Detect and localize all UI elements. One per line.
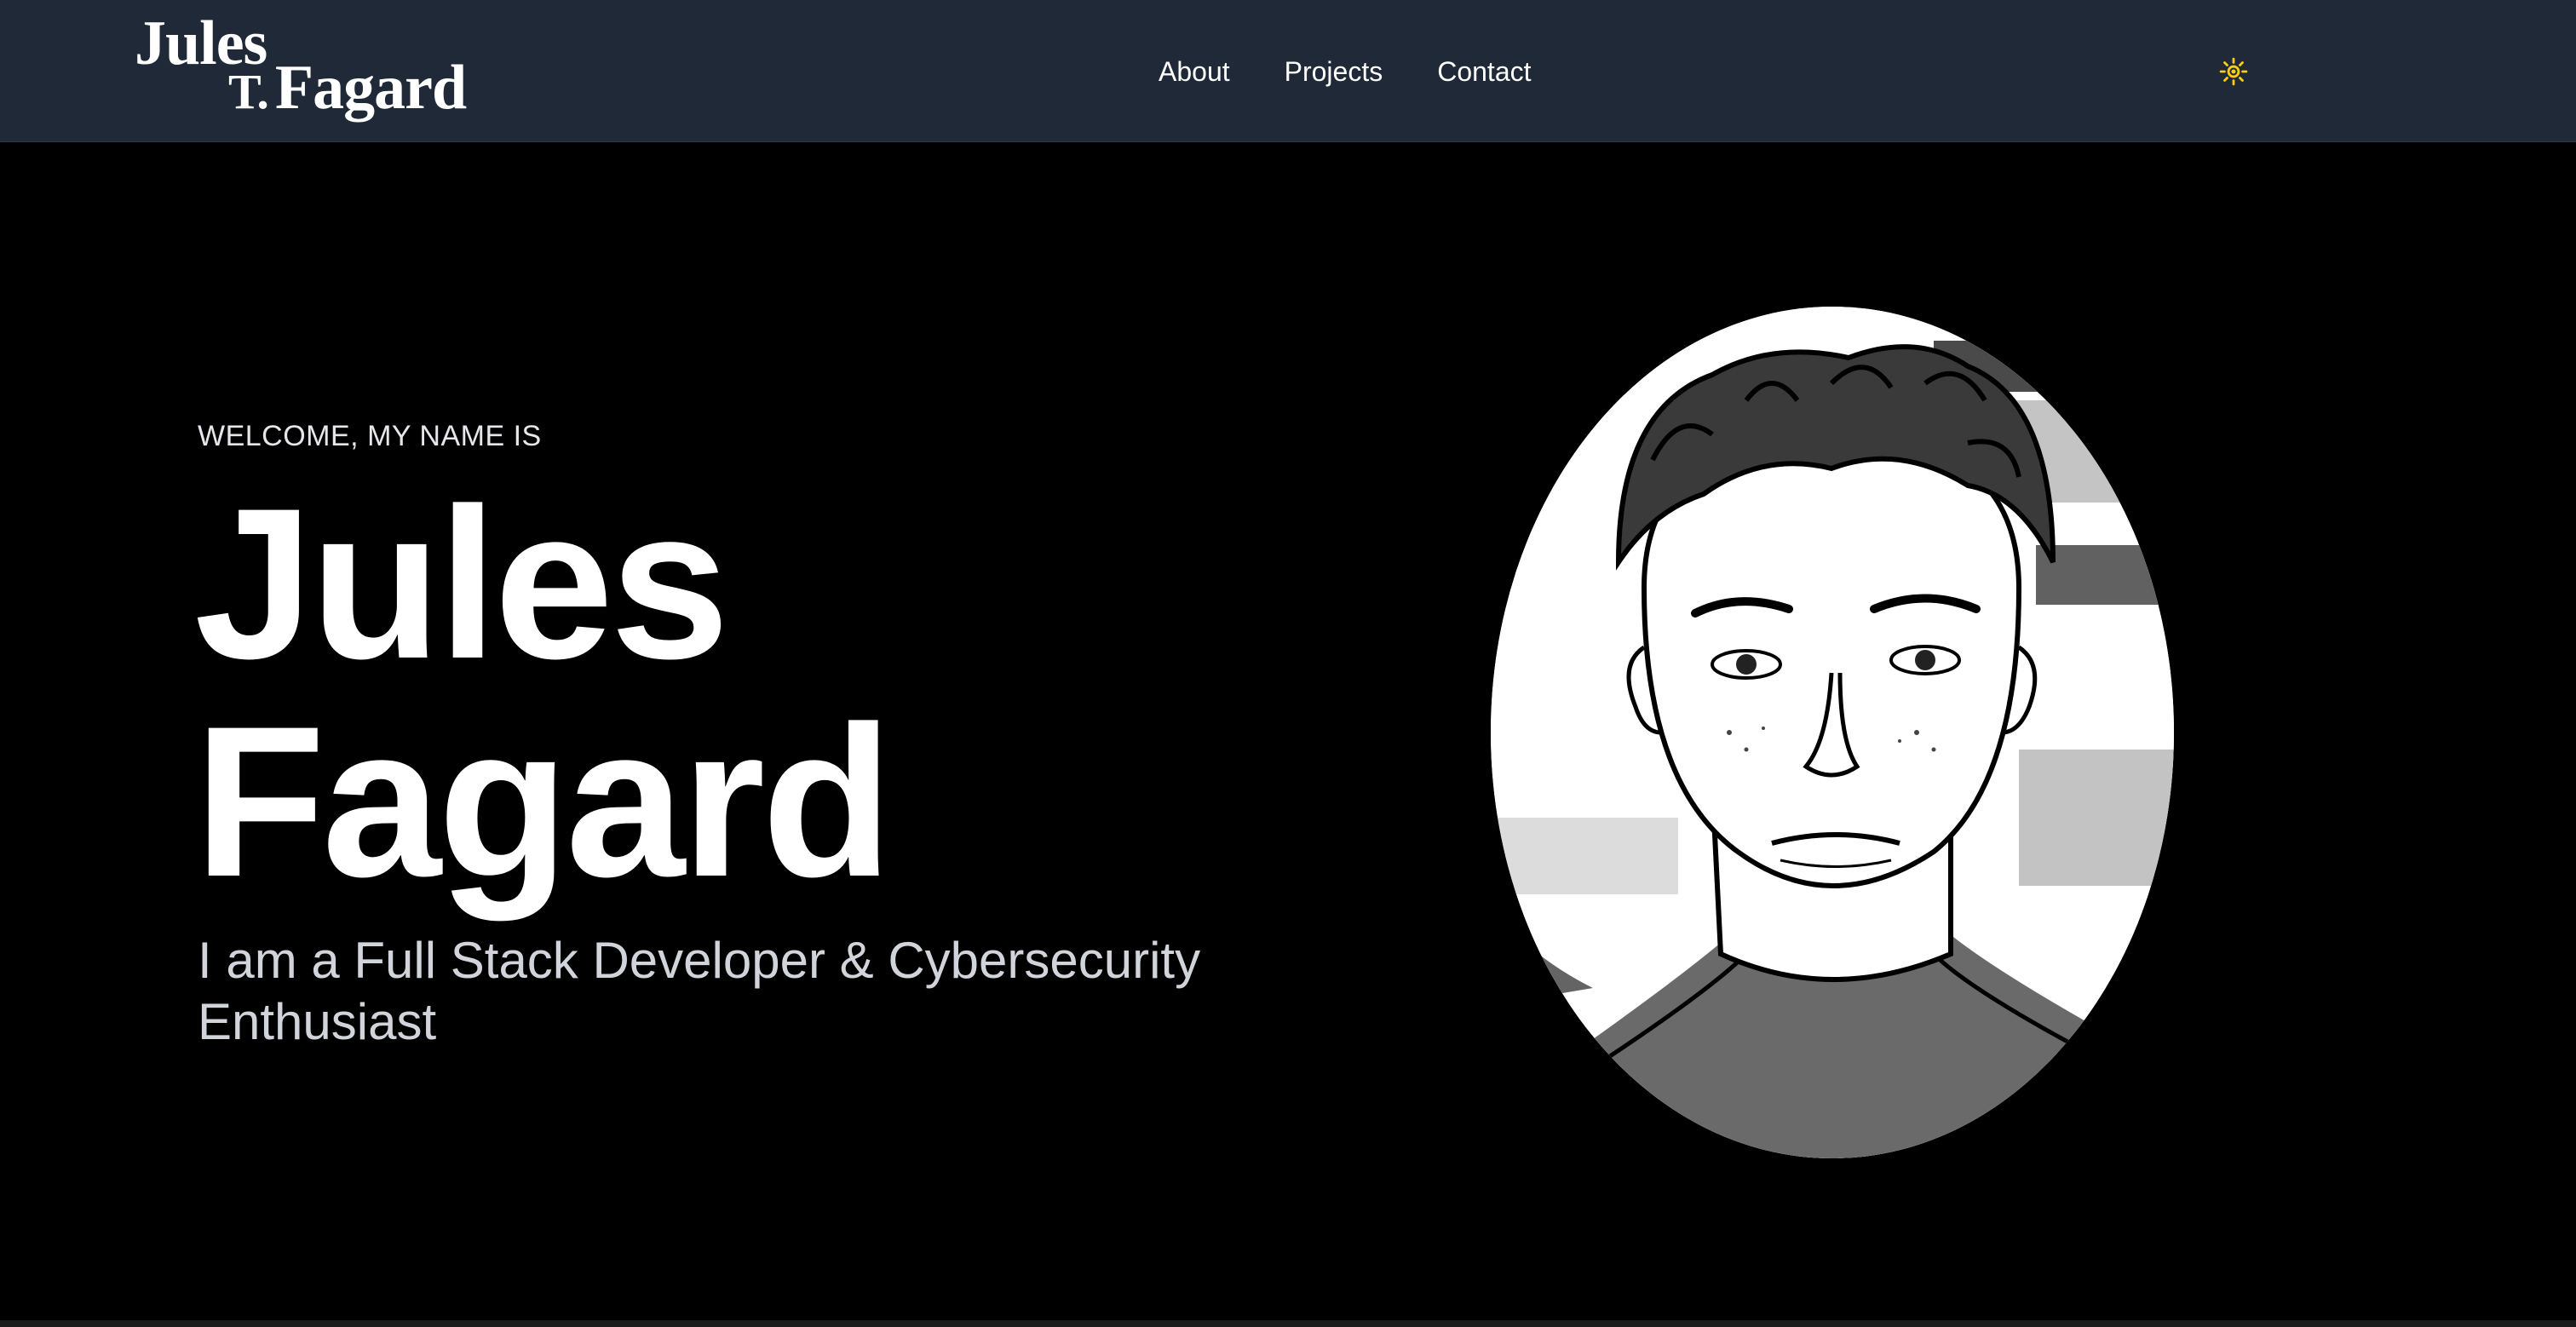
theme-toggle-button[interactable] — [2218, 56, 2249, 87]
profile-portrait — [1491, 307, 2174, 1158]
sun-icon — [2219, 57, 2248, 86]
hero-name-heading: Jules Fagard — [194, 464, 893, 922]
nav-projects-link[interactable]: Projects — [1285, 53, 1383, 90]
top-navbar: Jules T. Fagard About Projects Contact — [0, 0, 2576, 142]
logo-last-name: Fagard — [274, 53, 467, 123]
logo-last-name-line: T. Fagard — [228, 53, 467, 124]
logo-initial: T. — [228, 64, 269, 119]
site-logo[interactable]: Jules T. Fagard — [135, 12, 492, 123]
hero-first-name: Jules — [194, 464, 729, 704]
portrait-sketch-image — [1491, 307, 2174, 1158]
hero-tagline: I am a Full Stack Developer & Cybersecur… — [198, 932, 1201, 1050]
nav-contact-link[interactable]: Contact — [1437, 53, 1531, 90]
main-nav: About Projects Contact — [1159, 53, 1532, 90]
hero-last-name: Fagard — [194, 682, 893, 922]
welcome-label: WELCOME, MY NAME IS — [198, 420, 542, 452]
page-bottom-edge — [0, 1320, 2576, 1327]
nav-about-link[interactable]: About — [1159, 53, 1230, 90]
